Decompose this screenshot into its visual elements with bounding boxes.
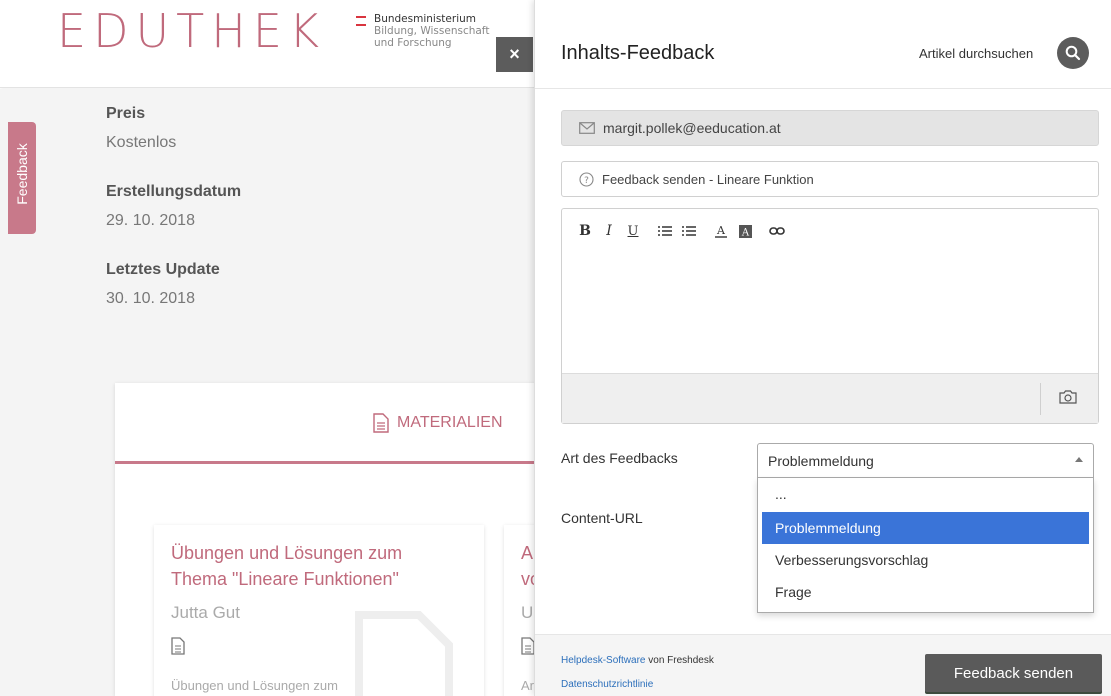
subject-value: Feedback senden - Lineare Funktion xyxy=(602,171,814,187)
privacy-policy-link[interactable]: Datenschutzrichtlinie xyxy=(561,679,653,690)
material-card[interactable]: Übungen und Lösungen zum Thema "Lineare … xyxy=(154,525,484,696)
ministry-line-2: Bildung, Wissenschaft xyxy=(374,25,490,37)
document-icon xyxy=(521,637,535,660)
price-value: Kostenlos xyxy=(106,134,177,151)
email-field[interactable]: margit.pollek@eeducation.at xyxy=(561,110,1099,146)
subject-field[interactable]: ? Feedback senden - Lineare Funktion xyxy=(561,161,1099,197)
search-button[interactable] xyxy=(1057,37,1089,69)
document-icon xyxy=(373,413,389,433)
tab-materials[interactable]: MATERIALIEN xyxy=(373,413,503,433)
card-description: Übungen und Lösungen zum xyxy=(171,678,338,693)
card-description: Ar xyxy=(521,678,534,693)
highlight-button[interactable]: A xyxy=(736,221,754,241)
eduthek-logo[interactable]: EDUTHEK xyxy=(57,4,326,58)
dropdown-option-frage[interactable]: Frage xyxy=(762,576,1089,608)
dropdown-option-verbesserungsvorschlag[interactable]: Verbesserungsvorschlag xyxy=(762,544,1089,576)
send-feedback-button[interactable]: Feedback senden xyxy=(925,654,1102,692)
question-circle-icon: ? xyxy=(579,171,594,187)
close-widget-button[interactable]: × xyxy=(496,37,533,72)
attachment-divider xyxy=(1040,383,1041,415)
bullet-list-icon xyxy=(658,226,672,236)
card-author: Jutta Gut xyxy=(171,603,240,622)
feedback-type-dropdown: ... Problemmeldung Verbesserungsvorschla… xyxy=(757,478,1094,613)
widget-title: Inhalts-Feedback xyxy=(561,42,715,64)
feedback-side-tab[interactable]: Feedback xyxy=(8,122,36,234)
font-color-icon: A xyxy=(715,224,727,238)
created-value: 29. 10. 2018 xyxy=(106,212,195,229)
email-value: margit.pollek@eeducation.at xyxy=(603,120,781,136)
feedback-type-label: Art des Feedbacks xyxy=(561,450,678,466)
widget-footer: Helpdesk-Software von Freshdesk Datensch… xyxy=(535,634,1111,696)
ministry-logo: Bundesministerium Bildung, Wissenschaft … xyxy=(356,13,489,49)
dropdown-option-problemmeldung[interactable]: Problemmeldung xyxy=(762,512,1089,544)
document-watermark-icon xyxy=(355,611,453,696)
svg-text:A: A xyxy=(716,224,726,237)
tab-underline xyxy=(115,461,555,464)
message-editor[interactable]: B I U A A xyxy=(561,208,1099,424)
screenshot-button[interactable] xyxy=(1059,390,1077,409)
numbered-list-button[interactable] xyxy=(680,221,698,241)
bullet-list-button[interactable] xyxy=(656,221,674,241)
link-icon xyxy=(769,227,785,235)
footer-credit: Helpdesk-Software von Freshdesk xyxy=(561,655,714,666)
font-color-button[interactable]: A xyxy=(712,221,730,241)
feedback-widget: Inhalts-Feedback Artikel durchsuchen mar… xyxy=(534,0,1111,696)
document-icon xyxy=(171,637,185,660)
svg-text:?: ? xyxy=(584,176,589,186)
materials-panel: MATERIALIEN Übungen und Lösungen zum The… xyxy=(115,383,564,696)
numbered-list-icon xyxy=(682,226,696,236)
header-divider xyxy=(535,88,1111,89)
feedback-tab-label: Feedback xyxy=(14,143,30,205)
updated-label: Letztes Update xyxy=(106,261,220,278)
link-button[interactable] xyxy=(768,221,786,241)
created-label: Erstellungsdatum xyxy=(106,183,242,200)
bold-button[interactable]: B xyxy=(576,221,594,241)
select-value: Problemmeldung xyxy=(768,452,874,469)
editor-attachment-bar xyxy=(562,373,1098,423)
highlight-icon: A xyxy=(738,224,752,238)
svg-text:A: A xyxy=(740,227,749,238)
ministry-line-3: und Forschung xyxy=(374,37,452,49)
camera-icon xyxy=(1059,390,1077,404)
dropdown-option-placeholder[interactable]: ... xyxy=(762,482,1089,512)
italic-button[interactable]: I xyxy=(600,221,618,241)
content-url-label: Content-URL xyxy=(561,510,643,526)
helpdesk-software-link[interactable]: Helpdesk-Software xyxy=(561,655,645,666)
envelope-icon xyxy=(579,122,595,134)
search-icon xyxy=(1065,45,1081,61)
tab-materials-label: MATERIALIEN xyxy=(397,414,503,431)
feedback-type-select[interactable]: Problemmeldung xyxy=(757,443,1094,478)
search-articles-label[interactable]: Artikel durchsuchen xyxy=(919,46,1033,61)
underline-button[interactable]: U xyxy=(624,221,642,241)
close-icon: × xyxy=(509,44,520,64)
chevron-up-icon xyxy=(1075,457,1083,462)
freshdesk-text: von Freshdesk xyxy=(645,655,714,666)
updated-value: 30. 10. 2018 xyxy=(106,290,195,307)
price-label: Preis xyxy=(106,105,146,122)
card-title[interactable]: Übungen und Lösungen zum Thema "Lineare … xyxy=(171,540,451,592)
austria-flag-icon xyxy=(356,16,366,28)
ministry-line-1: Bundesministerium xyxy=(374,13,476,25)
editor-toolbar: B I U A A xyxy=(576,221,792,241)
